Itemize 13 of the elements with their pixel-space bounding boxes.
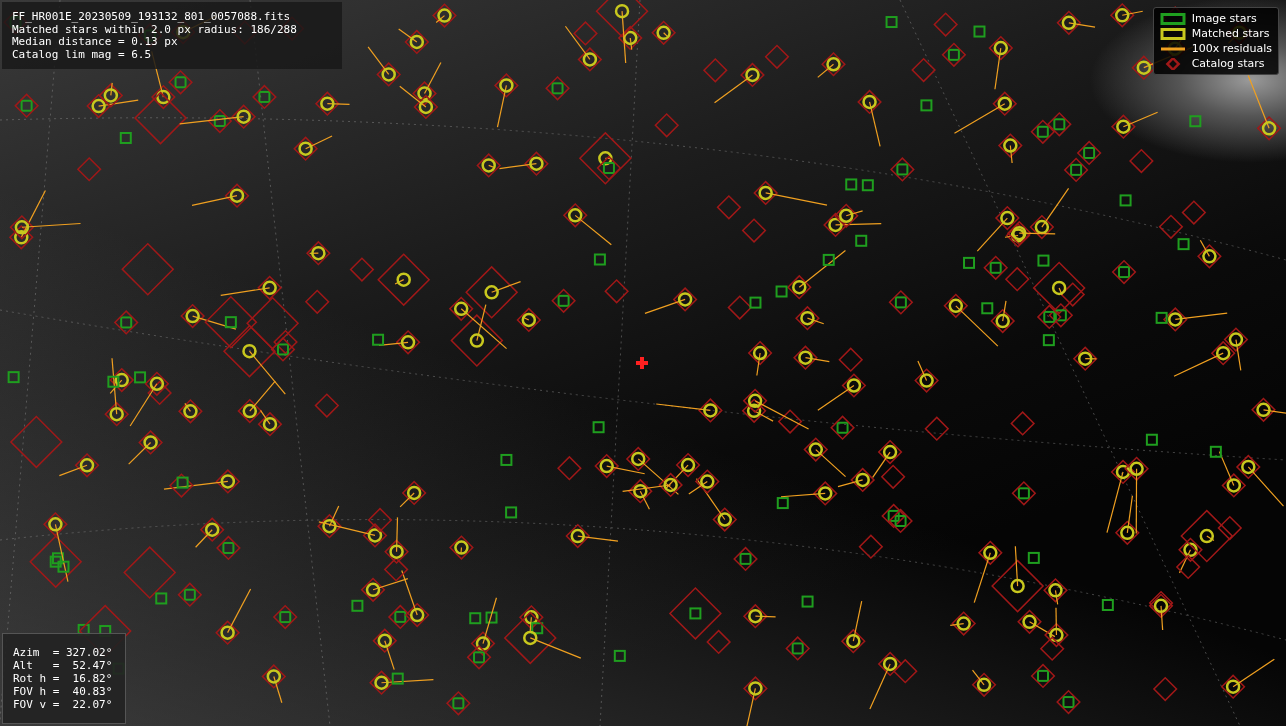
info-text: Matched stars within 2.0 px radius: 186/288 xyxy=(12,23,298,36)
pointing-text: Rot h = 16.82° xyxy=(13,672,114,685)
legend-label: 100x residuals xyxy=(1191,42,1272,55)
info-text: Median distance = 0.13 px xyxy=(12,36,179,49)
info-text: Catalog lim mag = 6.5 xyxy=(12,48,153,61)
legend-label: Matched stars xyxy=(1191,27,1270,40)
pointing-text: FOV v = 22.07° xyxy=(13,698,114,711)
legend-label: Image stars xyxy=(1191,12,1257,25)
pointing-text: Alt = 52.47° xyxy=(13,659,114,672)
legend-label: Catalog stars xyxy=(1191,57,1265,70)
info-text: FF_HR001E_20230509_193132_801_0057088.fits xyxy=(12,11,292,24)
pointing-text: Azim = 327.02° xyxy=(13,646,114,659)
pointing-text: FOV h = 40.83° xyxy=(13,685,114,698)
